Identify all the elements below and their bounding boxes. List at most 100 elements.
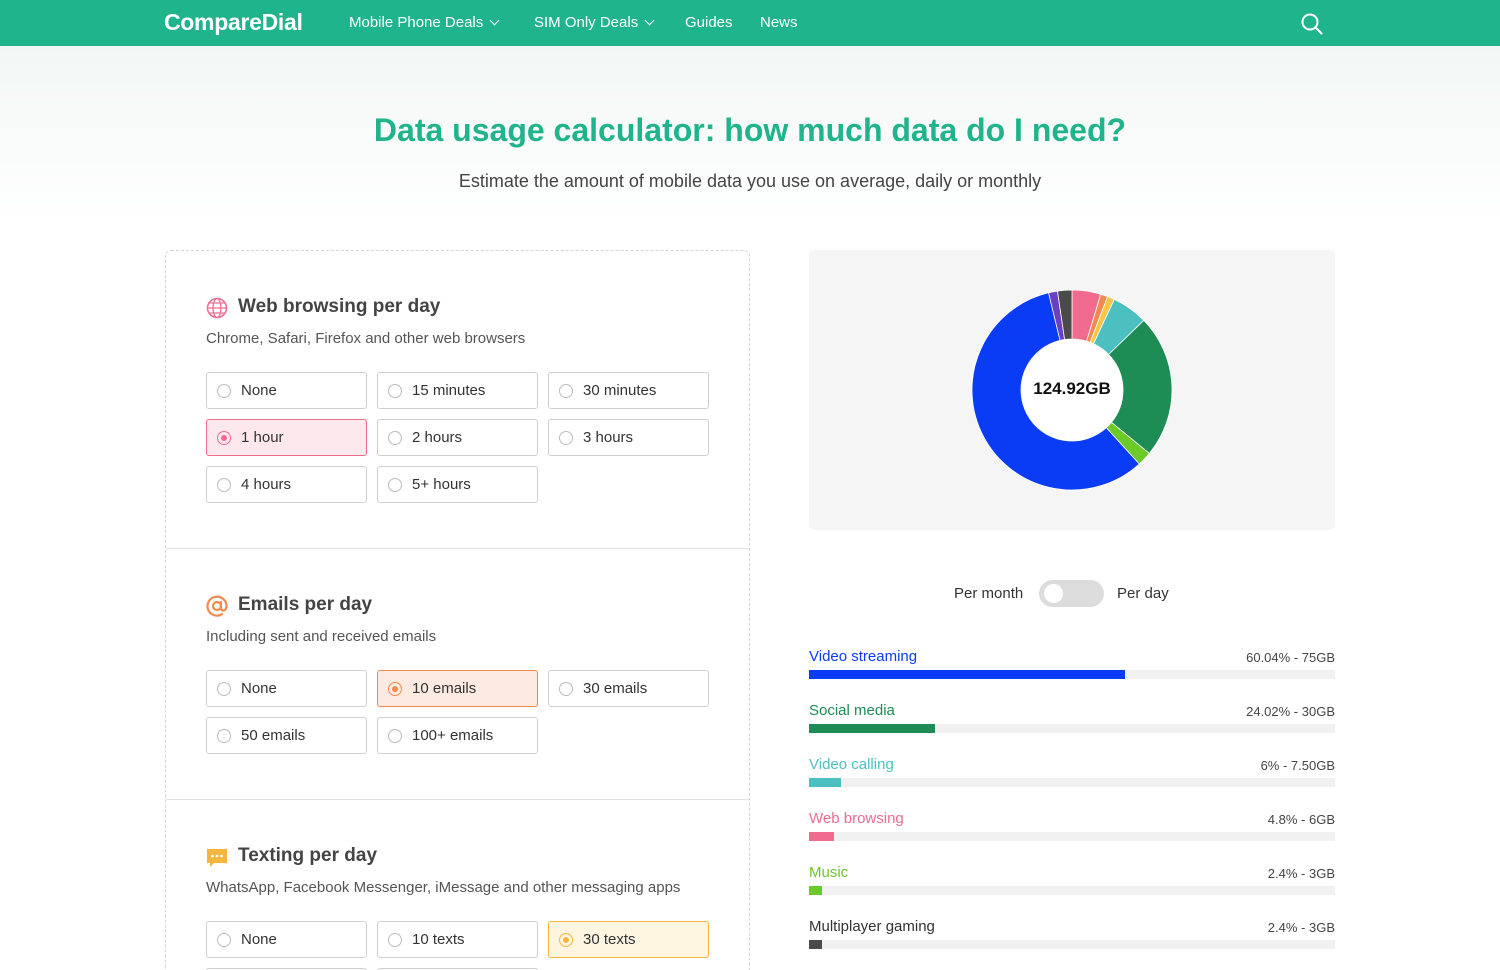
usage-bar-row: Web browsing 4.8% - 6GB <box>809 810 1335 850</box>
nav-mobile-phone-deals[interactable]: Mobile Phone Deals <box>349 14 500 31</box>
option-web-30-minutes[interactable]: 30 minutes <box>548 372 709 409</box>
usage-bar-track <box>809 724 1335 733</box>
radio-icon <box>388 932 402 947</box>
usage-bar-fill <box>809 724 936 733</box>
usage-bar-fill <box>809 886 822 895</box>
usage-bar-row: Multiplayer gaming 2.4% - 3GB <box>809 918 1335 958</box>
usage-bar-track <box>809 940 1335 949</box>
usage-value-label: 24.02% - 30GB <box>1246 704 1335 719</box>
option-web-3-hours[interactable]: 3 hours <box>548 419 709 456</box>
section-title-texting: Texting per day <box>238 845 378 866</box>
usage-value-label: 2.4% - 3GB <box>1267 866 1335 881</box>
usage-bar-fill <box>809 832 835 841</box>
option-web-5-plus-hours[interactable]: 5+ hours <box>377 466 538 503</box>
chat-bubble-icon <box>207 849 227 867</box>
logo[interactable]: CompareDial <box>164 9 303 36</box>
option-label: 100+ emails <box>412 727 494 744</box>
toggle-label-per-day[interactable]: Per day <box>1117 585 1169 602</box>
radio-icon <box>388 430 402 445</box>
usage-bar-row: Music 2.4% - 3GB <box>809 864 1335 904</box>
usage-category-label: Video streaming <box>809 648 918 665</box>
option-email-50[interactable]: 50 emails <box>206 717 367 754</box>
nav-label: News <box>760 14 798 31</box>
section-divider <box>166 799 749 800</box>
at-sign-icon <box>206 595 228 617</box>
usage-category-label: Music <box>809 864 849 881</box>
search-icon[interactable] <box>1300 12 1324 36</box>
usage-bar-fill <box>809 778 841 787</box>
option-text-30[interactable]: 30 texts <box>548 921 709 958</box>
option-email-none[interactable]: None <box>206 670 367 707</box>
radio-icon <box>217 681 231 696</box>
usage-value-label: 4.8% - 6GB <box>1267 812 1335 827</box>
radio-selected-icon <box>559 932 573 947</box>
nav-news[interactable]: News <box>760 14 798 31</box>
option-label: 10 texts <box>412 931 465 948</box>
usage-bar-track <box>809 778 1335 787</box>
usage-bar-fill <box>809 670 1125 679</box>
option-label: 3 hours <box>583 429 634 446</box>
period-toggle-switch[interactable] <box>1039 580 1104 607</box>
option-email-10[interactable]: 10 emails <box>377 670 538 707</box>
option-email-100-plus[interactable]: 100+ emails <box>377 717 538 754</box>
option-web-2-hours[interactable]: 2 hours <box>377 419 538 456</box>
radio-icon <box>559 681 573 696</box>
usage-category-label: Web browsing <box>809 810 904 827</box>
radio-selected-icon <box>217 430 231 445</box>
nav-guides[interactable]: Guides <box>685 14 733 31</box>
usage-value-label: 6% - 7.50GB <box>1260 758 1335 773</box>
option-label: 4 hours <box>241 476 292 493</box>
period-toggle-row: Per month Per day <box>809 580 1335 608</box>
radio-icon <box>559 430 573 445</box>
calculator-panel: Web browsing per day Chrome, Safari, Fir… <box>165 250 750 970</box>
section-title-emails: Emails per day <box>238 594 373 615</box>
option-web-4-hours[interactable]: 4 hours <box>206 466 367 503</box>
section-desc-web-browsing: Chrome, Safari, Firefox and other web br… <box>206 330 526 347</box>
usage-bar-row: Video streaming 60.04% - 75GB <box>809 648 1335 688</box>
section-divider <box>166 548 749 549</box>
radio-icon <box>217 383 231 398</box>
usage-bar-track <box>809 670 1335 679</box>
option-label: 30 emails <box>583 680 648 697</box>
option-text-none[interactable]: None <box>206 921 367 958</box>
option-web-none[interactable]: None <box>206 372 367 409</box>
chevron-down-icon <box>644 15 655 26</box>
usage-category-label: Video calling <box>809 756 894 773</box>
top-nav: CompareDial Mobile Phone Deals SIM Only … <box>0 0 1500 46</box>
option-email-30[interactable]: 30 emails <box>548 670 709 707</box>
usage-value-label: 2.4% - 3GB <box>1267 920 1335 935</box>
usage-bar-track <box>809 832 1335 841</box>
radio-icon <box>217 932 231 947</box>
page-subtitle: Estimate the amount of mobile data you u… <box>458 171 1042 191</box>
radio-icon <box>388 383 402 398</box>
nav-sim-only-deals[interactable]: SIM Only Deals <box>534 14 655 31</box>
radio-icon <box>388 477 402 492</box>
option-web-15-minutes[interactable]: 15 minutes <box>377 372 538 409</box>
option-label: None <box>241 382 277 399</box>
usage-chart-card: 124.92GB <box>809 250 1335 530</box>
usage-bar-row: Video calling 6% - 7.50GB <box>809 756 1335 796</box>
option-label: 1 hour <box>241 429 284 446</box>
section-title-web-browsing: Web browsing per day <box>238 296 441 317</box>
option-label: 15 minutes <box>412 382 486 399</box>
toggle-label-per-month[interactable]: Per month <box>954 585 1023 602</box>
option-web-1-hour[interactable]: 1 hour <box>206 419 367 456</box>
option-label: 5+ hours <box>412 476 471 493</box>
toggle-knob <box>1044 584 1063 603</box>
option-text-10[interactable]: 10 texts <box>377 921 538 958</box>
nav-label: SIM Only Deals <box>534 14 639 31</box>
radio-icon <box>217 728 231 743</box>
radio-icon <box>217 477 231 492</box>
section-desc-emails: Including sent and received emails <box>206 628 437 645</box>
usage-value-label: 60.04% - 75GB <box>1246 650 1335 665</box>
total-usage-label: 124.92GB <box>1033 379 1111 398</box>
usage-bar-fill <box>809 940 822 949</box>
option-label: None <box>241 931 277 948</box>
globe-icon <box>206 297 228 319</box>
option-label: 2 hours <box>412 429 463 446</box>
radio-icon <box>388 728 402 743</box>
section-desc-texting: WhatsApp, Facebook Messenger, iMessage a… <box>206 879 681 896</box>
nav-label: Guides <box>685 14 733 31</box>
usage-category-label: Social media <box>809 702 895 719</box>
usage-bar-row: Social media 24.02% - 30GB <box>809 702 1335 742</box>
